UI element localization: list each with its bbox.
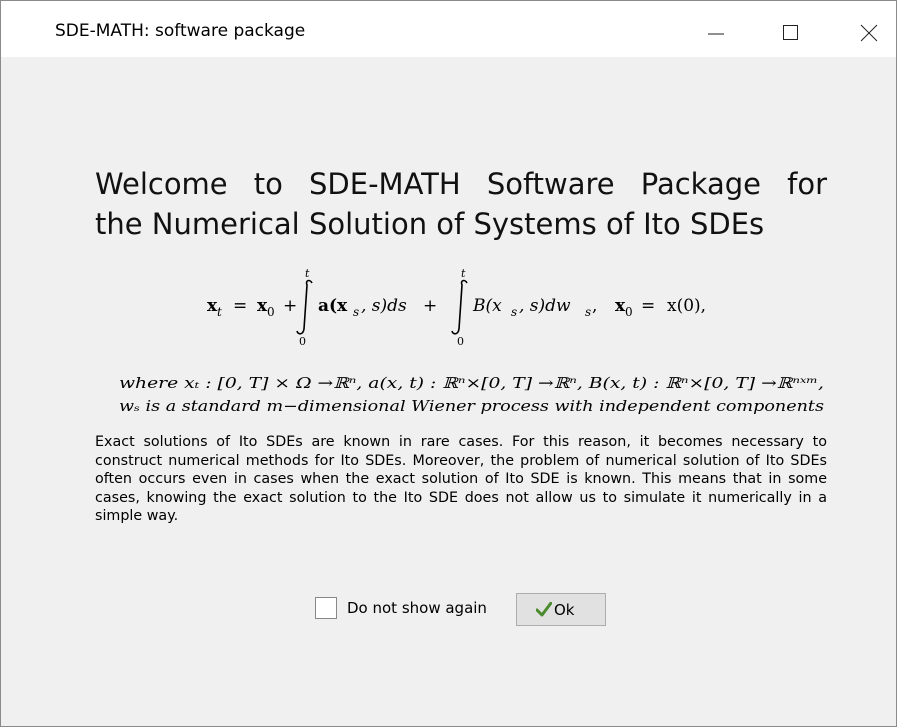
maximize-icon [783,25,798,40]
close-icon [860,24,878,42]
integrand1: a(x [318,296,348,316]
integrand1-tail: , s)ds [361,296,407,316]
integral-sign-2 [451,279,468,335]
dialog-window: SDE-MATH: software package Welcome to SD… [0,0,897,727]
formula-x0-sub: 0 [267,305,275,319]
ok-button[interactable]: Ok [516,593,606,626]
where-definitions: where xₜ : [0, T] × Ω →ℝⁿ, a(x, t) : ℝⁿ×… [119,374,824,415]
heading-line-1: Welcome to SDE-MATH Software Package for [95,167,827,201]
do-not-show-checkbox[interactable] [315,597,337,619]
integrand2: B(x [472,296,502,316]
close-button[interactable] [839,1,897,57]
formula-eq1: = [233,296,247,316]
minimize-button[interactable] [689,1,749,57]
sde-formula: x t = x 0 + t 0 a(x s , s)ds + t 0 B(x s… [201,263,741,351]
checkmark-icon [536,602,552,617]
formula-plus2: + [423,296,437,316]
where-block: where xₜ : [0, T] × Ω →ℝⁿ, a(x, t) : ℝⁿ×… [119,371,829,423]
int2-lower: 0 [457,335,464,347]
formula-comma: , [592,296,597,316]
welcome-heading: Welcome to SDE-MATH Software Package for… [95,164,827,244]
heading-line-2: the Numerical Solution of Systems of Ito… [95,207,765,241]
where-line-1: where xₜ : [0, T] × Ω →ℝⁿ, a(x, t) : ℝⁿ×… [119,374,824,392]
init-rhs: x(0), [667,296,706,316]
integral-sign-1 [296,279,313,335]
formula-eq2: = [641,296,655,316]
sde-equation: x t = x 0 + t 0 a(x s , s)ds + t 0 B(x s… [207,267,706,348]
integrand2-tail: , s)dw [519,296,571,316]
minimize-icon [708,33,724,35]
ok-label: Ok [554,601,575,619]
formula-lhs-sub: t [217,305,222,319]
init-lhs-sub: 0 [625,305,633,319]
integrand2-tail-sub: s [585,305,591,319]
int1-lower: 0 [299,335,306,347]
int1-upper: t [305,267,310,280]
title-bar: SDE-MATH: software package [1,1,896,57]
where-line-2: wₛ is a standard m−dimensional Wiener pr… [119,397,824,415]
int2-upper: t [461,267,466,280]
integrand1-sub: s [353,305,359,319]
maximize-button[interactable] [763,1,823,57]
formula-plus1: + [283,296,297,316]
description-paragraph: Exact solutions of Ito SDEs are known in… [95,434,827,525]
window-title: SDE-MATH: software package [55,21,306,41]
checkbox-label[interactable]: Do not show again [347,599,487,617]
integrand2-sub: s [511,305,517,319]
